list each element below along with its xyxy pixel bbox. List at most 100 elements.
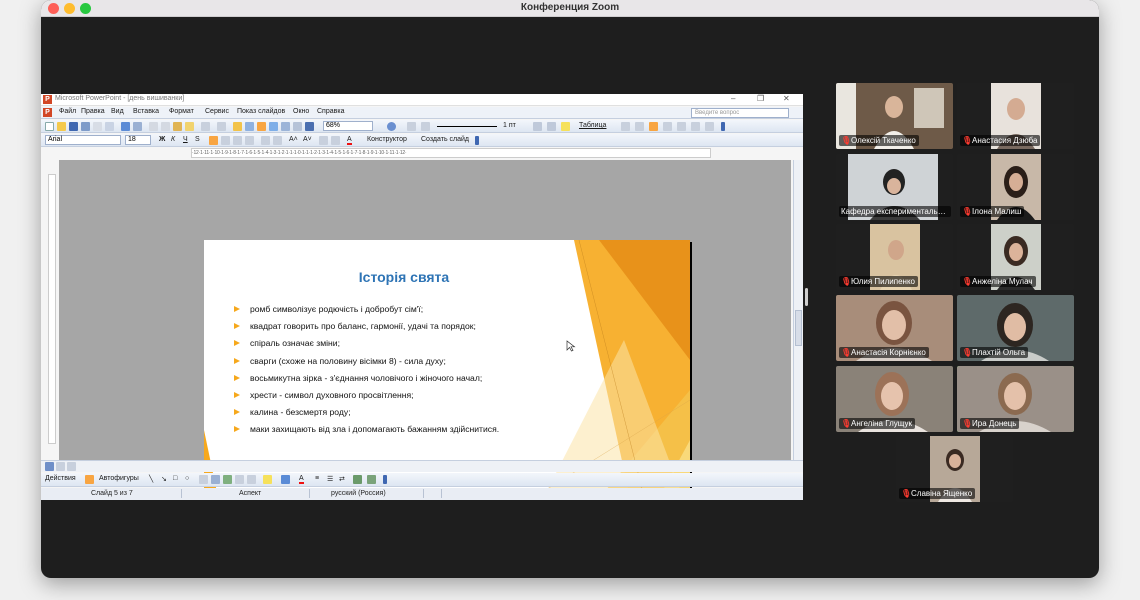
participant-tile[interactable]: Кафедра експериментальної... (836, 154, 953, 220)
menu-edit[interactable]: Правка (81, 108, 105, 115)
picture-icon[interactable] (247, 475, 256, 484)
menu-insert[interactable]: Вставка (133, 108, 159, 115)
spelling-icon[interactable] (121, 122, 130, 131)
participant-tile[interactable]: 🎙Юлия Пилипенко (836, 224, 953, 290)
line-width-select[interactable]: 1 пт (503, 122, 516, 129)
new-document-icon[interactable] (45, 122, 54, 131)
toolbar-options-icon[interactable] (721, 122, 725, 131)
shadow-button[interactable]: S (195, 136, 200, 143)
menu-help[interactable]: Справка (317, 108, 344, 115)
participant-tile[interactable]: 🎙Ангеліна Глущук (836, 366, 953, 432)
distribute-columns-icon[interactable] (705, 122, 714, 131)
align-bottom-icon[interactable] (677, 122, 686, 131)
permission-icon[interactable] (81, 122, 90, 131)
fill-draw-icon[interactable] (263, 475, 272, 484)
decrease-font-icon[interactable]: A˅ (303, 136, 312, 143)
distribute-rows-icon[interactable] (691, 122, 700, 131)
split-cell-icon[interactable] (635, 122, 644, 131)
help-icon[interactable] (387, 122, 396, 131)
line-color-draw-icon[interactable] (281, 475, 290, 484)
undo-icon[interactable] (201, 122, 210, 131)
draw-actions-menu[interactable]: Действия (45, 475, 76, 482)
line-style-draw-icon[interactable]: ≡ (315, 475, 319, 482)
research-icon[interactable] (133, 122, 142, 131)
menu-file[interactable]: Файл (59, 108, 76, 115)
italic-button[interactable]: К (171, 136, 175, 143)
merge-cells-icon[interactable] (621, 122, 630, 131)
oval-tool-icon[interactable]: ○ (185, 475, 189, 482)
new-slide-button[interactable]: Создать слайд (421, 136, 469, 143)
show-formatting-icon[interactable] (407, 122, 416, 131)
rectangle-tool-icon[interactable]: □ (173, 475, 177, 482)
arrow-style-icon[interactable]: ⇄ (339, 475, 345, 483)
open-icon[interactable] (57, 122, 66, 131)
slide-bullet-list[interactable]: ромб символізує родючість і добробут сім… (234, 304, 574, 442)
slide-vertical-scrollbar[interactable] (793, 160, 803, 460)
line-color-icon[interactable] (533, 122, 542, 131)
participant-tile[interactable]: 🎙Анастасия Дзюба (957, 83, 1074, 149)
bold-button[interactable]: Ж (159, 136, 165, 143)
toolbar-options-icon-2[interactable] (475, 136, 479, 145)
toolbar-options-icon-3[interactable] (383, 475, 387, 484)
insert-table-icon[interactable] (245, 122, 254, 131)
participant-tile[interactable]: 🎙Ілона Малиш (957, 154, 1074, 220)
increase-indent-icon[interactable] (331, 136, 340, 145)
clipart-icon[interactable] (235, 475, 244, 484)
tables-borders-icon[interactable] (257, 122, 266, 131)
align-left-icon[interactable] (209, 136, 218, 145)
new-slide-icon[interactable] (269, 122, 278, 131)
preview-icon[interactable] (105, 122, 114, 131)
wordart-draw-icon[interactable] (211, 475, 220, 484)
shadow-style-icon[interactable] (353, 475, 362, 484)
decrease-indent-icon[interactable] (319, 136, 328, 145)
expand-all-icon[interactable] (421, 122, 430, 131)
grid-icon[interactable] (293, 122, 302, 131)
center-vertically-icon[interactable] (663, 122, 672, 131)
text-box-icon[interactable] (199, 475, 208, 484)
designer-button[interactable]: Конструктор (367, 136, 407, 143)
arrow-tool-icon[interactable]: ↘ (161, 475, 167, 483)
align-right-icon[interactable] (233, 136, 242, 145)
color-grayscale-icon[interactable] (305, 122, 314, 131)
save-icon[interactable] (69, 122, 78, 131)
zoom-level-select[interactable]: 68% (323, 121, 373, 131)
menu-view[interactable]: Вид (111, 108, 124, 115)
copy-icon[interactable] (161, 122, 170, 131)
autoshapes-menu[interactable]: Автофигуры (99, 475, 139, 482)
normal-view-icon[interactable] (45, 462, 54, 471)
underline-button[interactable]: Ч (183, 136, 188, 143)
slideshow-view-icon[interactable] (67, 462, 76, 471)
menu-window[interactable]: Окно (293, 108, 309, 115)
menu-format[interactable]: Формат (169, 108, 194, 115)
participant-tile[interactable]: 🎙Анжеліна Мулач (957, 224, 1074, 290)
slide-sorter-view-icon[interactable] (56, 462, 65, 471)
border-icon[interactable] (547, 122, 556, 131)
format-painter-icon[interactable] (185, 122, 194, 131)
fill-color-icon[interactable] (561, 122, 570, 131)
participant-tile[interactable]: 🎙Славіна Ященко (896, 436, 1013, 502)
justify-icon[interactable] (245, 136, 254, 145)
font-size-select[interactable]: 18 (125, 135, 151, 145)
select-objects-icon[interactable] (85, 475, 94, 484)
ppt-close-icon[interactable]: ✕ (783, 94, 790, 103)
align-center-icon[interactable] (221, 136, 230, 145)
insert-chart-icon[interactable] (233, 122, 242, 131)
participant-tile[interactable]: 🎙Олексій Ткаченко (836, 83, 953, 149)
font-color-draw-icon[interactable]: A (299, 475, 304, 484)
menu-slideshow[interactable]: Показ слайдов (237, 108, 285, 115)
participant-tile-active-speaker[interactable]: 🎙Ира Донець (957, 366, 1074, 432)
diagram-icon[interactable] (223, 475, 232, 484)
ask-question-input[interactable]: Введите вопрос (691, 108, 789, 118)
ppt-restore-icon[interactable]: ❐ (757, 94, 764, 103)
dash-style-icon[interactable]: ☰ (327, 475, 333, 483)
align-top-icon[interactable] (649, 122, 658, 131)
split-view-drag-handle[interactable] (805, 288, 808, 306)
participant-tile[interactable]: 🎙Анастасія Корнієнко (836, 295, 953, 361)
line-style-icon[interactable] (437, 126, 497, 127)
3d-style-icon[interactable] (367, 475, 376, 484)
slide-title[interactable]: Історія свята (204, 269, 604, 285)
numbering-icon[interactable] (261, 136, 270, 145)
line-tool-icon[interactable]: ╲ (149, 475, 153, 483)
font-name-select[interactable]: Arial (45, 135, 121, 145)
increase-font-icon[interactable]: A˄ (289, 136, 298, 143)
